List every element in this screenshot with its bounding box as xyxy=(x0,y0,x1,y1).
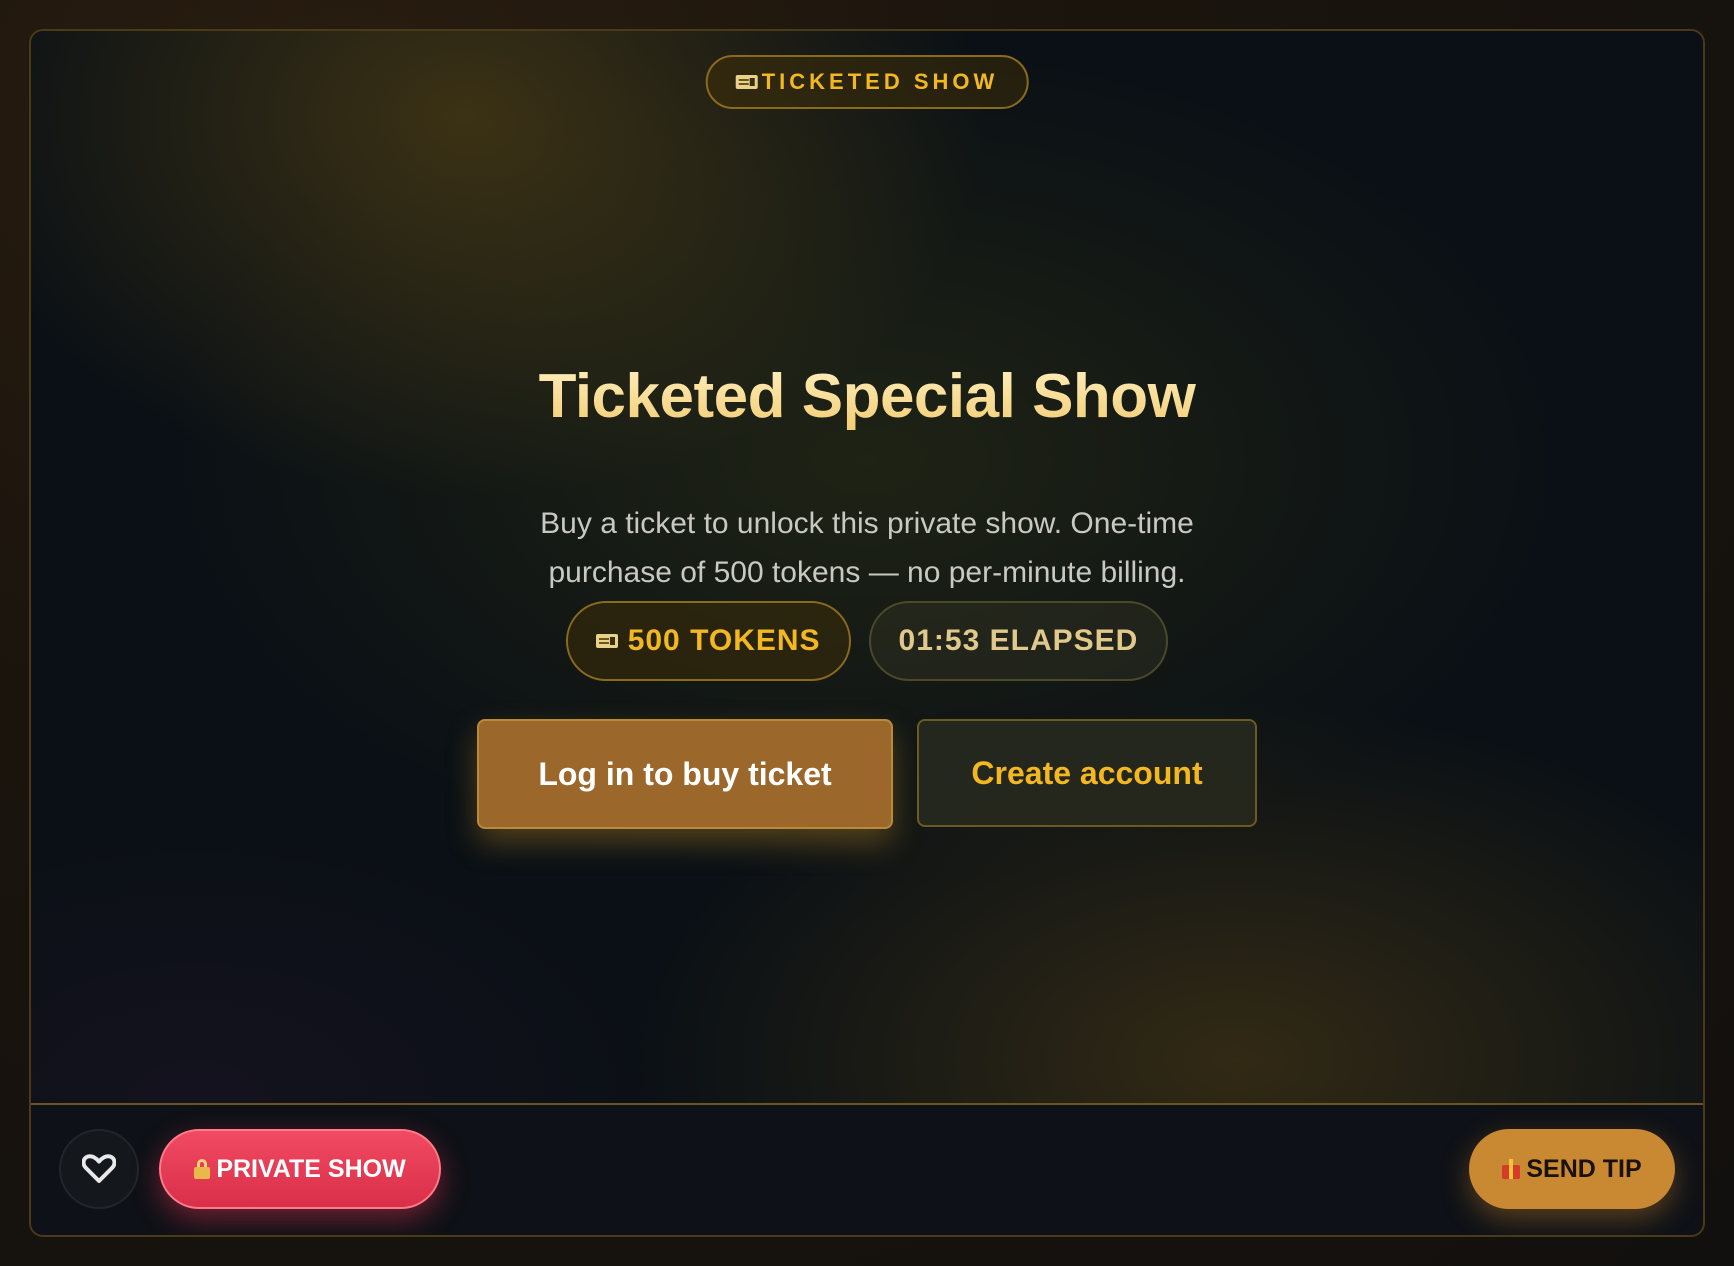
send-tip-button[interactable]: SEND TIP xyxy=(1469,1129,1675,1209)
gift-icon xyxy=(1502,1159,1521,1179)
player-control-bar: PRIVATE SHOW SEND TIP xyxy=(31,1105,1703,1235)
show-title: Ticketed Special Show xyxy=(31,361,1703,432)
ticket-icon xyxy=(735,75,758,89)
ticket-price-pill: 500 TOKENS xyxy=(565,601,851,681)
send-tip-label: SEND TIP xyxy=(1526,1154,1642,1183)
show-description: Buy a ticket to unlock this private show… xyxy=(540,507,1194,589)
elapsed-timer-pill: 01:53 ELAPSED xyxy=(868,601,1169,681)
ticketed-show-badge-label: TICKETED SHOW xyxy=(761,69,999,94)
create-account-button[interactable]: Create account xyxy=(917,719,1257,827)
ticket-price-label: 500 TOKENS xyxy=(627,624,821,657)
ticketed-show-badge: TICKETED SHOW xyxy=(705,55,1029,109)
lock-icon xyxy=(194,1159,211,1179)
private-show-label: PRIVATE SHOW xyxy=(216,1154,406,1183)
login-to-buy-ticket-button[interactable]: Log in to buy ticket xyxy=(477,719,893,829)
show-stage: TICKETED SHOW Ticketed Special Show Buy … xyxy=(31,31,1703,1105)
ticket-icon xyxy=(595,634,618,648)
show-stats: 500 TOKENS 01:53 ELAPSED xyxy=(31,601,1703,681)
ticket-actions: Log in to buy ticket Create account xyxy=(31,719,1703,829)
favorite-button[interactable] xyxy=(59,1129,139,1209)
elapsed-timer-label: 01:53 ELAPSED xyxy=(898,624,1139,657)
private-show-button[interactable]: PRIVATE SHOW xyxy=(159,1129,441,1209)
heart-icon xyxy=(82,1154,116,1183)
video-player: TICKETED SHOW Ticketed Special Show Buy … xyxy=(29,29,1705,1237)
